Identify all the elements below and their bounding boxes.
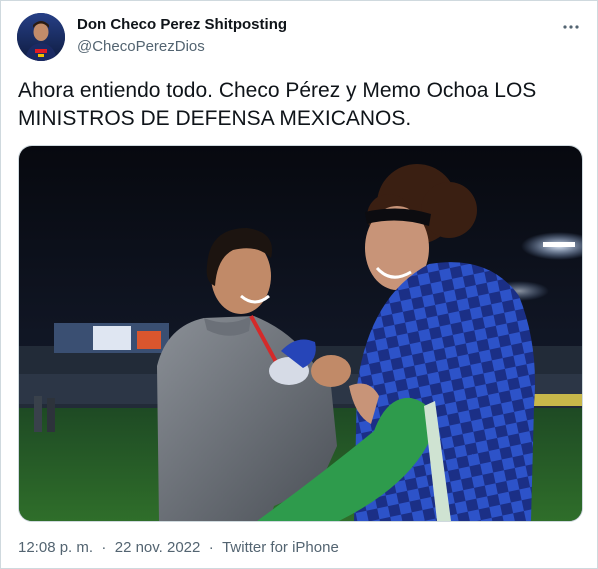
author-handle[interactable]: @ChecoPerezDios — [77, 38, 205, 55]
tweet-source[interactable]: Twitter for iPhone — [222, 539, 339, 556]
tweet-text: Ahora entiendo todo. Checo Pérez y Memo … — [18, 79, 537, 130]
meta-separator: · — [97, 539, 111, 556]
meta-separator: · — [204, 539, 218, 556]
avatar-image — [17, 13, 65, 61]
more-options-button[interactable] — [559, 15, 583, 39]
tweet-time[interactable]: 12:08 p. m. — [18, 539, 93, 556]
author-avatar[interactable] — [17, 13, 65, 61]
tweet-photo[interactable] — [18, 145, 583, 522]
tweet-date[interactable]: 22 nov. 2022 — [115, 539, 201, 556]
tweet-meta: 12:08 p. m. · 22 nov. 2022 · Twitter for… — [18, 539, 339, 556]
stadium-photo — [19, 146, 582, 521]
tweet-card: Don Checo Perez Shitposting @ChecoPerezD… — [0, 0, 598, 569]
author-name[interactable]: Don Checo Perez Shitposting — [77, 16, 287, 33]
more-horizontal-icon — [563, 25, 579, 29]
